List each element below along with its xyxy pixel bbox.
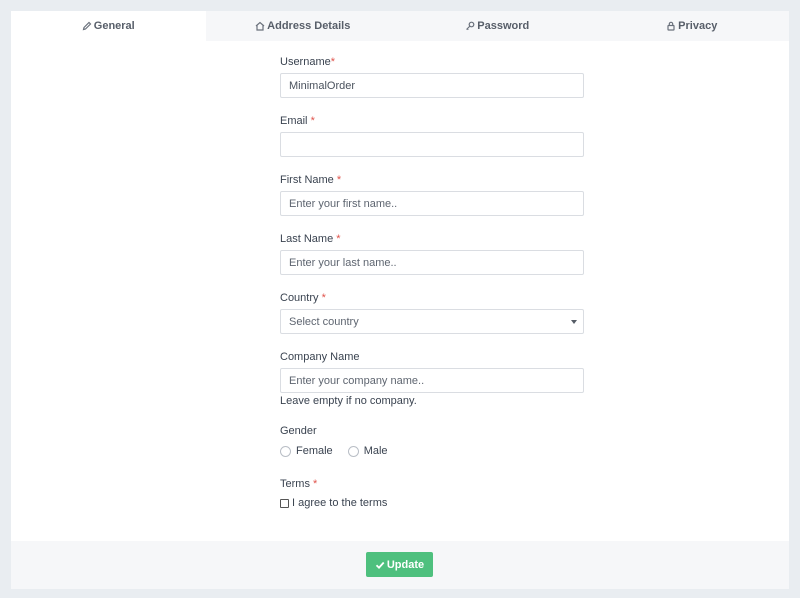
company-name-input[interactable] bbox=[280, 368, 584, 393]
terms-label: Terms * bbox=[280, 478, 318, 490]
gender-female-radio[interactable] bbox=[280, 445, 291, 457]
gender-female-label[interactable]: Female bbox=[296, 445, 333, 457]
terms-checkbox-label[interactable]: I agree to the terms bbox=[292, 497, 387, 509]
terms-row: I agree to the terms bbox=[280, 497, 387, 509]
profile-card: General Address Details Password Privacy… bbox=[11, 11, 789, 589]
caret-down-icon bbox=[571, 320, 577, 324]
tab-general-label: General bbox=[93, 20, 135, 32]
key-icon bbox=[466, 21, 475, 31]
first-name-input[interactable] bbox=[280, 191, 584, 216]
gender-male-radio[interactable] bbox=[347, 445, 359, 457]
country-select[interactable]: Select country bbox=[280, 309, 584, 334]
terms-checkbox[interactable] bbox=[280, 498, 289, 508]
update-button[interactable]: Update bbox=[366, 552, 433, 577]
email-input[interactable] bbox=[280, 132, 584, 157]
tab-bar: General Address Details Password Privacy bbox=[11, 11, 789, 41]
username-label: Username* bbox=[280, 56, 336, 68]
tab-password-label: Password bbox=[477, 20, 530, 32]
required-mark: * bbox=[336, 233, 341, 245]
required-mark: * bbox=[336, 174, 342, 186]
tab-privacy-label: Privacy bbox=[678, 20, 718, 32]
first-name-label: First Name * bbox=[280, 174, 342, 186]
gender-options: Female Male bbox=[280, 445, 403, 457]
gender-label: Gender bbox=[280, 425, 317, 437]
last-name-input[interactable] bbox=[280, 250, 584, 275]
email-label: Email * bbox=[280, 115, 315, 127]
required-mark: * bbox=[321, 292, 326, 304]
tab-address-details[interactable]: Address Details bbox=[206, 11, 401, 41]
tab-general[interactable]: General bbox=[11, 11, 206, 41]
gender-male-label[interactable]: Male bbox=[364, 445, 388, 457]
check-icon bbox=[375, 561, 385, 569]
tab-address-details-label: Address Details bbox=[267, 20, 351, 32]
country-label: Country * bbox=[280, 292, 326, 304]
company-help-text: Leave empty if no company. bbox=[280, 395, 417, 407]
lock-icon bbox=[667, 21, 675, 31]
company-name-label: Company Name bbox=[280, 351, 360, 363]
last-name-label: Last Name * bbox=[280, 233, 341, 245]
username-input[interactable] bbox=[280, 73, 584, 98]
home-icon bbox=[255, 21, 265, 31]
country-select-value: Select country bbox=[289, 315, 359, 328]
pencil-icon bbox=[82, 21, 92, 31]
required-mark: * bbox=[313, 478, 318, 490]
required-mark: * bbox=[330, 56, 336, 68]
tab-privacy[interactable]: Privacy bbox=[595, 11, 790, 41]
tab-password[interactable]: Password bbox=[400, 11, 595, 41]
form-footer: Update bbox=[11, 541, 789, 589]
required-mark: * bbox=[310, 115, 315, 127]
update-button-label: Update bbox=[386, 558, 425, 571]
